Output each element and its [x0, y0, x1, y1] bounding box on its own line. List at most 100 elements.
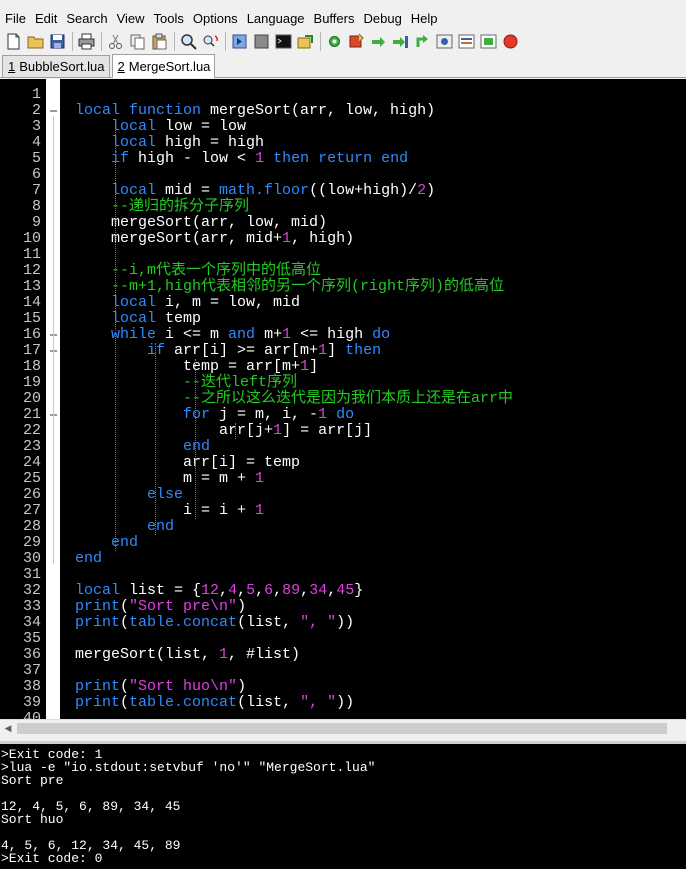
code-line[interactable]: --之所以这么迭代是因为我们本质上还是在arr中	[75, 391, 513, 407]
tab-mergesort-lua[interactable]: 2 MergeSort.lua	[111, 54, 216, 78]
menu-edit[interactable]: Edit	[30, 11, 57, 26]
menu-file[interactable]: File	[0, 11, 26, 26]
code-line[interactable]: local i, m = low, mid	[75, 295, 300, 311]
code-line[interactable]: if high - low < 1 then return end	[75, 151, 408, 167]
code-line[interactable]: else	[75, 487, 183, 503]
line-number: 6	[31, 166, 41, 183]
menu-view[interactable]: View	[112, 11, 145, 26]
code-line[interactable]: mergeSort(arr, low, mid)	[75, 215, 327, 231]
debug-settings-button[interactable]	[325, 32, 344, 51]
toolbar-separator	[72, 32, 73, 51]
fold-margin[interactable]	[46, 79, 60, 719]
save-button[interactable]	[48, 32, 67, 51]
keyword-token: and	[228, 326, 265, 343]
scroll-left-arrow-icon[interactable]: ◀	[3, 723, 13, 734]
code-line[interactable]: local mid = math.floor((low+high)/2)	[75, 183, 435, 199]
cut-button[interactable]	[106, 32, 125, 51]
code-line[interactable]: print("Sort huo\n")	[75, 679, 246, 695]
code-line[interactable]: end	[75, 535, 138, 551]
menu-search[interactable]: Search	[61, 11, 107, 26]
code-line[interactable]: end	[75, 519, 174, 535]
literal-token: 1	[282, 230, 292, 247]
print-icon	[78, 33, 95, 50]
variables-button[interactable]	[457, 32, 476, 51]
find-button[interactable]	[179, 32, 198, 51]
export-button[interactable]	[296, 32, 315, 51]
literal-token: 4	[228, 582, 238, 599]
paste-button[interactable]	[150, 32, 169, 51]
open-folder-button[interactable]	[26, 32, 45, 51]
replace-button[interactable]	[201, 32, 220, 51]
stop-button[interactable]	[501, 32, 520, 51]
fold-toggle-icon[interactable]	[49, 106, 58, 115]
code-line[interactable]: local low = low	[75, 119, 246, 135]
step-into-button[interactable]	[391, 32, 410, 51]
code-line[interactable]: --迭代left序列	[75, 375, 297, 391]
keyword-token: table.concat	[129, 694, 238, 711]
menu-language[interactable]: Language	[242, 11, 305, 26]
code-line[interactable]: mergeSort(list, 1, #list)	[75, 647, 300, 663]
code-line[interactable]: local high = high	[75, 135, 264, 151]
code-token: arr[i] = temp	[75, 454, 301, 471]
code-line[interactable]: temp = arr[m+1]	[75, 359, 318, 375]
code-line[interactable]: while i <= m and m+1 <= high do	[75, 327, 390, 343]
menu-help[interactable]: Help	[406, 11, 438, 26]
output-pane[interactable]: >Exit code: 1 >lua -e "io.stdout:setvbuf …	[0, 741, 686, 869]
menu-debug[interactable]: Debug	[358, 11, 401, 26]
code-line[interactable]: --m+1,high代表相邻的另一个序列(right序列)的低高位	[75, 279, 504, 295]
code-line[interactable]: local function mergeSort(arr, low, high)	[75, 103, 435, 119]
code-line[interactable]: i = i + 1	[75, 503, 264, 519]
code-line[interactable]: m = m + 1	[75, 471, 264, 487]
code-line[interactable]: mergeSort(arr, mid+1, high)	[75, 231, 354, 247]
scrollbar-thumb[interactable]	[17, 723, 667, 734]
code-token: (	[120, 614, 130, 631]
tab-bubblesort-lua[interactable]: 1 BubbleSort.lua	[2, 55, 110, 77]
code-token: i <= m	[165, 326, 229, 343]
step-out-button[interactable]	[413, 32, 432, 51]
line-number: 37	[22, 662, 41, 679]
copy-button[interactable]	[128, 32, 147, 51]
compile-button[interactable]	[230, 32, 249, 51]
code-editor[interactable]: 1 2 3 4 5 6 7 8 9 10 11 12 13 14 15 16 17 18 19 20 21 22 23 24 2…	[0, 79, 686, 719]
toggle-breakpoint-button[interactable]	[347, 32, 366, 51]
watch-button[interactable]	[435, 32, 454, 51]
code-token: , high)	[291, 230, 355, 247]
code-line[interactable]: local temp	[75, 311, 201, 327]
line-number: 8	[31, 198, 41, 215]
code-token: high - low <	[138, 150, 256, 167]
stack-button[interactable]	[479, 32, 498, 51]
code-area[interactable]: local function mergeSort(arr, low, high)…	[60, 79, 686, 719]
code-line[interactable]: print("Sort pre\n")	[75, 599, 246, 615]
menu-buffers[interactable]: Buffers	[309, 11, 355, 26]
literal-token: 1	[255, 470, 265, 487]
build-button[interactable]	[252, 32, 271, 51]
indent-guide	[115, 119, 116, 551]
code-token: arr[i] >= arr[m+	[174, 342, 319, 359]
literal-token: ", "	[300, 614, 337, 631]
code-line[interactable]: arr[i] = temp	[75, 455, 300, 471]
line-number: 9	[31, 214, 41, 231]
code-line[interactable]: print(table.concat(list, ", "))	[75, 615, 354, 631]
code-line[interactable]: if arr[i] >= arr[m+1] then	[75, 343, 381, 359]
print-button[interactable]	[77, 32, 96, 51]
literal-token: ", "	[300, 694, 337, 711]
menu-options[interactable]: Options	[188, 11, 238, 26]
code-line[interactable]: local list = {12,4,5,6,89,34,45}	[75, 583, 363, 599]
line-number: 10	[22, 230, 41, 247]
step-over-button[interactable]	[369, 32, 388, 51]
line-number: 29	[22, 534, 41, 551]
code-line[interactable]: --i,m代表一个序列中的低高位	[75, 263, 321, 279]
code-line[interactable]: end	[75, 439, 210, 455]
code-token: (list,	[237, 614, 301, 631]
new-file-button[interactable]	[4, 32, 23, 51]
horizontal-scrollbar[interactable]: ◀	[0, 719, 686, 737]
code-line[interactable]: end	[75, 551, 102, 567]
code-line[interactable]: print(table.concat(list, ", "))	[75, 695, 354, 711]
menu-tools[interactable]: Tools	[149, 11, 184, 26]
compile-icon	[232, 34, 247, 49]
code-line[interactable]: --递归的拆分子序列	[75, 199, 249, 215]
terminal-button[interactable]	[274, 32, 293, 51]
code-line[interactable]: for j = m, i, -1 do	[75, 407, 354, 423]
code-line[interactable]: arr[j+1] = arr[j]	[75, 423, 372, 439]
